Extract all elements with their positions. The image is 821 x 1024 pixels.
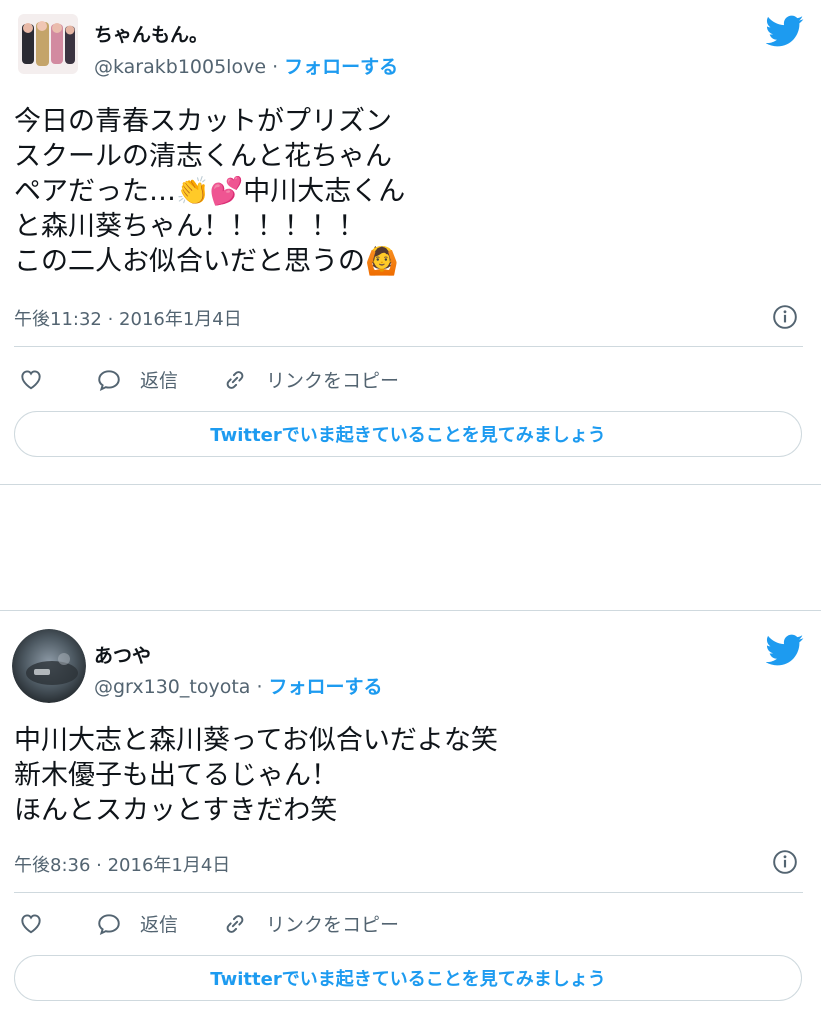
info-icon[interactable] [772, 304, 798, 330]
tweet-card: ちゃんもん。 @karakb1005love · フォローする 今日の青春スカッ… [0, 0, 821, 485]
reply-label: 返信 [140, 370, 179, 392]
user-handle[interactable]: @grx130_toyota [94, 676, 250, 698]
handle-line: @karakb1005love · フォローする [94, 52, 398, 79]
avatar[interactable] [18, 14, 78, 74]
tweet-text-line: ほんとスカッとすきだわ笑 [14, 795, 338, 826]
tweet-text: 今日の青春スカットがプリズン スクールの清志くんと花ちゃん ペアだった…👏💕中川… [14, 104, 405, 279]
follow-button[interactable]: フォローする [269, 676, 383, 698]
tweet-text-line: ペアだった…👏💕中川大志くん [14, 176, 406, 207]
follow-button[interactable]: フォローする [284, 56, 398, 78]
copy-link-label: リンクをコピー [266, 914, 400, 936]
tweet-text-line: スクールの清志くんと花ちゃん [14, 141, 392, 172]
divider [14, 892, 803, 893]
tweet-text-line: 新木優子も出てるじゃん！ [14, 760, 338, 791]
tweet-text-line: 今日の青春スカットがプリズン [14, 106, 392, 137]
tweet-text: 中川大志と森川葵ってお似合いだよな笑 新木優子も出てるじゃん！ ほんとスカッとす… [14, 723, 498, 828]
handle-line: @grx130_toyota · フォローする [94, 672, 383, 699]
display-name[interactable]: あつや [94, 641, 151, 668]
speech-bubble-icon [96, 911, 122, 937]
twitter-bird-icon[interactable] [766, 12, 804, 50]
link-icon [222, 911, 248, 937]
reply-button[interactable]: 返信 [96, 910, 178, 937]
tweet-text-line: この二人お似合いだと思うの🙆 [14, 246, 399, 277]
see-whats-happening-button[interactable]: Twitterでいま起きていることを見てみましょう [14, 955, 802, 1001]
tweet-text-line: 中川大志と森川葵ってお似合いだよな笑 [14, 725, 498, 756]
copy-link-button[interactable]: リンクをコピー [222, 910, 399, 937]
copy-link-label: リンクをコピー [266, 370, 400, 392]
heart-icon [18, 366, 44, 392]
link-icon [222, 367, 248, 393]
see-whats-happening-button[interactable]: Twitterでいま起きていることを見てみましょう [14, 411, 802, 457]
divider [14, 346, 803, 347]
display-name[interactable]: ちゃんもん。 [94, 20, 208, 47]
speech-bubble-icon [96, 367, 122, 393]
reply-button[interactable]: 返信 [96, 366, 178, 393]
reply-label: 返信 [140, 914, 179, 936]
info-icon[interactable] [772, 849, 798, 875]
user-handle[interactable]: @karakb1005love [94, 56, 266, 78]
copy-link-button[interactable]: リンクをコピー [222, 366, 399, 393]
like-button[interactable] [18, 366, 44, 392]
heart-icon [18, 910, 44, 936]
separator-dot: · [266, 56, 285, 78]
avatar[interactable] [12, 629, 86, 703]
like-button[interactable] [18, 910, 44, 936]
tweet-timestamp[interactable]: 午後8:36 · 2016年1月4日 [14, 851, 230, 877]
tweet-text-line: と森川葵ちゃん！！！！！！ [14, 211, 365, 242]
separator-dot: · [250, 676, 269, 698]
tweet-card: あつや @grx130_toyota · フォローする 中川大志と森川葵ってお似… [0, 610, 821, 1024]
tweet-timestamp[interactable]: 午後11:32 · 2016年1月4日 [14, 305, 242, 331]
twitter-bird-icon[interactable] [766, 631, 804, 669]
